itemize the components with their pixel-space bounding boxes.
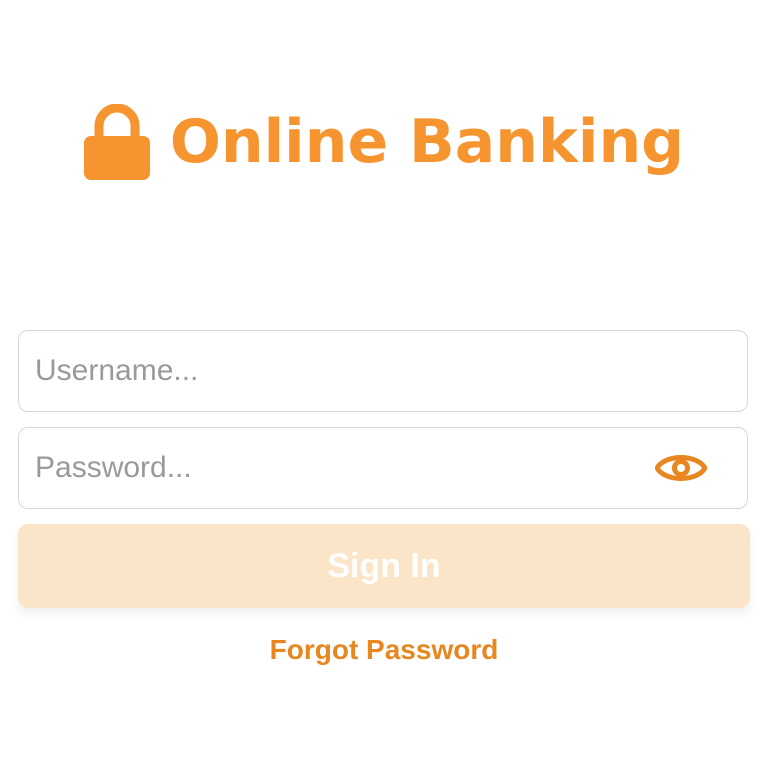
password-input[interactable]: [19, 428, 747, 508]
username-input[interactable]: [19, 331, 747, 411]
sign-in-button[interactable]: Sign In: [18, 524, 750, 608]
username-field[interactable]: [18, 330, 748, 412]
lock-icon: [83, 104, 150, 180]
app-title: Online Banking: [169, 107, 685, 177]
forgot-password-link[interactable]: Forgot Password: [0, 634, 768, 666]
eye-icon[interactable]: [655, 450, 707, 486]
login-page: Online Banking Sign In Forgot Password: [0, 0, 768, 768]
brand-header: Online Banking: [0, 104, 768, 180]
password-field[interactable]: [18, 427, 748, 509]
